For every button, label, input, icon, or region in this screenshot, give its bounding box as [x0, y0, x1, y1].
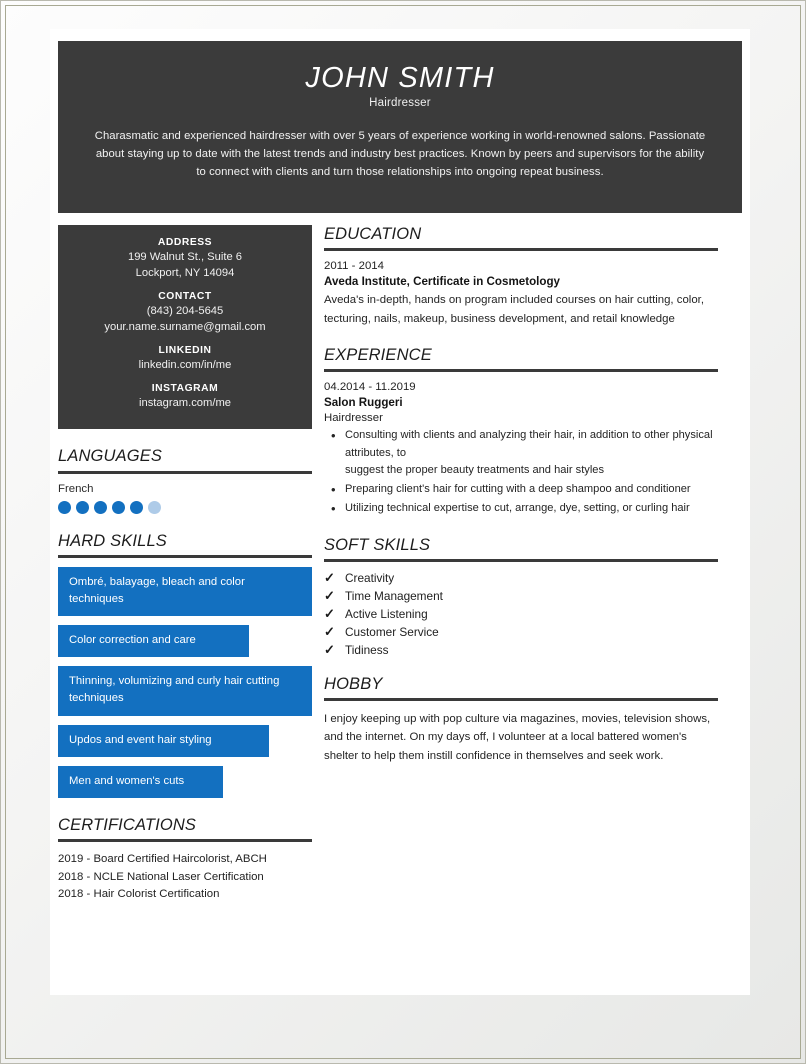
section-rule-certifications [58, 838, 312, 842]
contact-group-value[interactable]: your.name.surname@gmail.com [72, 320, 298, 336]
language-rating-dots [58, 500, 312, 514]
hobby-text: I enjoy keeping up with pop culture via … [324, 712, 711, 762]
check-icon: ✓ [324, 587, 335, 603]
rating-dot-filled [130, 500, 143, 514]
hard-skills-list: Ombré, balayage, bleach and color techni… [58, 566, 312, 798]
rating-dot-filled [58, 500, 71, 514]
contact-group: ADDRESS 199 Walnut St., Suite 6 Lockport, … [72, 237, 298, 282]
certification-item: 2018 - Hair Colorist Certification [58, 888, 220, 901]
experience-bullet: Consulting with clients and analyzing th… [324, 426, 718, 479]
experience-bullet-list: Consulting with clients and analyzing th… [324, 426, 718, 520]
contact-group: CONTACT (843) 204-5645 your.name.surname@g… [72, 291, 298, 336]
section-title-experience: EXPERIENCE [324, 346, 432, 365]
section-rule-hard-skills [58, 554, 312, 558]
contact-group-label: ADDRESS [157, 237, 213, 248]
section-hobby: HOBBY I enjoy keeping up with pop cultur… [324, 675, 718, 766]
hard-skill-tag: Color correction and care [58, 625, 249, 658]
contact-group-value[interactable]: instagram.com/me [72, 396, 298, 412]
education-dates: 2011 - 2014 [324, 260, 384, 273]
resume-page: JOHN SMITH Hairdresser Charasmatic and e… [50, 29, 750, 995]
contact-group-value[interactable]: (843) 204-5645 [72, 304, 298, 320]
candidate-name: JOHN SMITH [305, 62, 495, 94]
contact-group-value[interactable]: Lockport, NY 14094 [72, 266, 298, 282]
contact-group: INSTAGRAM instagram.com/me [72, 383, 298, 412]
section-education: EDUCATION 2011 - 2014 Aveda Institute, Ce… [324, 225, 718, 328]
soft-skill-item: ✓ Active Listening [324, 607, 718, 621]
experience-role: Hairdresser [324, 412, 383, 425]
section-rule-education [324, 248, 718, 252]
section-experience: EXPERIENCE 04.2014 - 11.2019 Salon Rugger… [324, 346, 718, 520]
rating-dot-filled [94, 500, 107, 514]
check-icon: ✓ [324, 605, 335, 621]
education-description: Aveda's in-depth, hands on program inclu… [324, 294, 704, 325]
contact-group-value[interactable]: linkedin.com/in/me [72, 358, 298, 374]
soft-skill-item: ✓ Creativity [324, 571, 718, 585]
contact-group-label: INSTAGRAM [151, 382, 219, 394]
soft-skill-label: Active Listening [345, 606, 428, 621]
check-icon: ✓ [324, 569, 335, 585]
soft-skill-item: ✓ Customer Service [324, 625, 718, 639]
language-name: French [58, 482, 94, 495]
check-icon: ✓ [324, 623, 335, 639]
section-languages: LANGUAGES French [58, 447, 312, 514]
section-rule-experience [324, 369, 718, 373]
section-rule-soft-skills [324, 558, 718, 562]
section-rule-languages [58, 470, 312, 474]
section-title-hobby: HOBBY [324, 674, 383, 693]
section-certifications: CERTIFICATIONS 2019 - Board Certified Ha… [58, 816, 312, 904]
hard-skill-tag: Updos and event hair styling [58, 724, 269, 757]
certification-item: 2018 - NCLE National Laser Certification [58, 870, 264, 883]
languages-list: French [58, 483, 312, 514]
section-title-soft-skills: SOFT SKILLS [324, 535, 431, 554]
certifications-list: 2019 - Board Certified Haircolorist, ABC… [58, 851, 312, 904]
experience-organization: Salon Ruggeri [324, 396, 403, 410]
section-title-education: EDUCATION [324, 225, 422, 243]
resume-sidebar: ADDRESS 199 Walnut St., Suite 6 Lockport, … [58, 225, 312, 904]
soft-skills-list: ✓ Creativity ✓ Time Management ✓ Active Liste… [324, 571, 718, 657]
soft-skill-item: ✓ Tidiness [324, 643, 718, 657]
hard-skill-tag: Ombré, balayage, bleach and color techni… [58, 566, 312, 617]
section-title-hard-skills: HARD SKILLS [58, 531, 167, 550]
resume-header: JOHN SMITH Hairdresser Charasmatic and e… [58, 41, 742, 213]
soft-skill-label: Tidiness [345, 642, 389, 657]
rating-dot-filled [112, 500, 125, 514]
hard-skill-tag: Thinning, volumizing and curly hair cutt… [58, 666, 312, 716]
soft-skill-label: Creativity [345, 570, 395, 585]
rating-dot-empty [148, 500, 161, 514]
professional-summary: Charasmatic and experienced hairdresser … [94, 130, 706, 179]
experience-bullet: Preparing client's hair for cutting with… [324, 480, 718, 501]
soft-skill-label: Customer Service [345, 624, 439, 639]
education-organization: Aveda Institute, Certificate in Cosmetol… [324, 275, 560, 289]
experience-entry: 04.2014 - 11.2019 Salon Ruggeri Hairdresse… [324, 381, 718, 520]
contact-group: LINKEDIN linkedin.com/in/me [72, 345, 298, 374]
contact-group-label: CONTACT [158, 290, 212, 302]
education-entry: 2011 - 2014 Aveda Institute, Certificate … [324, 260, 718, 328]
section-rule-hobby [324, 697, 718, 701]
resume-main: EDUCATION 2011 - 2014 Aveda Institute, Ce… [324, 225, 718, 765]
soft-skill-label: Time Management [345, 588, 443, 603]
rating-dot-filled [76, 500, 89, 514]
soft-skill-item: ✓ Time Management [324, 589, 718, 603]
section-title-certifications: CERTIFICATIONS [58, 815, 197, 834]
candidate-job-title: Hairdresser [369, 97, 431, 110]
section-hard-skills: HARD SKILLS Ombré, balayage, bleach and … [58, 532, 312, 798]
contact-panel: ADDRESS 199 Walnut St., Suite 6 Lockport, … [58, 225, 312, 430]
experience-bullet: Utilizing technical expertise to cut, ar… [324, 499, 718, 520]
language-item: French [58, 483, 312, 514]
education-list: 2011 - 2014 Aveda Institute, Certificate … [324, 260, 718, 328]
section-soft-skills: SOFT SKILLS ✓ Creativity ✓ Time Management ✓… [324, 536, 718, 657]
experience-dates: 04.2014 - 11.2019 [324, 381, 416, 394]
section-title-languages: LANGUAGES [58, 447, 163, 466]
hard-skill-tag: Men and women's cuts [58, 765, 224, 798]
certification-item: 2019 - Board Certified Haircolorist, ABC… [58, 852, 267, 865]
contact-group-value[interactable]: 199 Walnut St., Suite 6 [72, 250, 298, 266]
contact-group-label: LINKEDIN [158, 344, 212, 356]
check-icon: ✓ [324, 641, 335, 657]
experience-list: 04.2014 - 11.2019 Salon Ruggeri Hairdresse… [324, 381, 718, 520]
